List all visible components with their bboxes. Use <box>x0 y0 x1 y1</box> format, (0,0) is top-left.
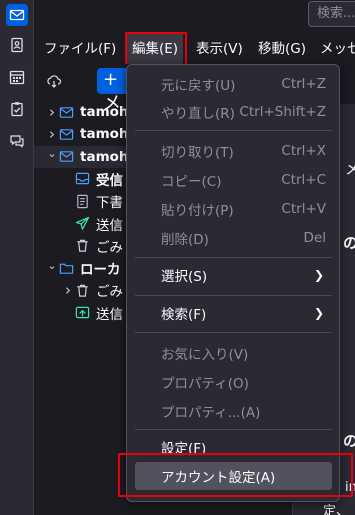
sent-icon <box>74 216 90 232</box>
folder-label: 下書 <box>96 195 123 212</box>
folder-label: ローカ <box>80 262 121 279</box>
address-book-space-button[interactable] <box>6 34 28 56</box>
content-text-fragment: メ <box>345 160 355 178</box>
chat-space-button[interactable] <box>6 130 28 152</box>
folder-row[interactable]: › tamoh <box>34 123 134 145</box>
folder-pane: + メ › tamoh › tamoh ⌄ tamoh 受信 下書 送信 ごみ ⌄ ローカ › ごみ 送信 <box>34 64 134 515</box>
edit-dropdown-menu: 元に戻す(U) Ctrl+Z やり直し(R) Ctrl+Shift+Z 切り取り(T… <box>126 64 340 502</box>
menu-item-properties-more[interactable]: プロパティ...(A) <box>135 397 332 425</box>
menu-view[interactable]: 表示(V) <box>196 34 243 64</box>
mail-account-icon <box>58 126 74 142</box>
chevron-right-icon[interactable]: › <box>46 103 58 121</box>
content-text-fragment: 定、 <box>323 504 350 515</box>
menu-file[interactable]: ファイル(F) <box>44 34 116 64</box>
title-bar <box>34 0 355 34</box>
outbox-icon <box>74 305 90 321</box>
folder-label: tamoh <box>80 126 129 143</box>
address-book-icon <box>11 37 23 53</box>
mail-account-icon <box>58 149 74 165</box>
trash-icon <box>74 238 90 254</box>
chevron-right-icon[interactable]: › <box>46 125 58 143</box>
local-folder-icon <box>58 260 74 276</box>
chevron-down-icon[interactable]: ⌄ <box>46 259 58 272</box>
folder-pane-header: + メ <box>34 64 134 114</box>
menu-item-redo[interactable]: やり直し(R) Ctrl+Shift+Z <box>135 98 332 126</box>
tasks-space-button[interactable] <box>6 98 28 120</box>
trash-icon <box>74 282 90 298</box>
mail-space-button[interactable] <box>6 4 28 26</box>
menu-separator <box>135 257 332 258</box>
folder-row[interactable]: 送信 <box>34 213 134 235</box>
menu-item-select[interactable]: 選択(S) ❯ <box>135 261 332 289</box>
folder-row[interactable]: ⌄ ローカ <box>34 257 134 279</box>
search-input[interactable]: 検索... <box>308 1 355 27</box>
content-heading-fragment: の <box>343 234 355 252</box>
inbox-icon <box>74 171 90 187</box>
calendar-icon <box>9 70 25 85</box>
menu-item-account-settings[interactable]: アカウント設定(A) <box>135 462 332 490</box>
folder-label: ごみ <box>96 239 123 256</box>
menu-item-undo[interactable]: 元に戻す(U) Ctrl+Z <box>135 70 332 98</box>
menu-bar: ファイル(F) 編集(E) 表示(V) 移動(G) メッセ <box>34 34 355 64</box>
chevron-right-icon[interactable]: › <box>62 281 74 299</box>
folder-row[interactable]: › ごみ <box>34 279 134 301</box>
chat-icon <box>10 135 24 148</box>
chevron-down-icon[interactable]: ⌄ <box>46 147 58 160</box>
menu-item-paste[interactable]: 貼り付け(P) Ctrl+V <box>135 195 332 223</box>
content-heading-fragment: の <box>343 432 355 450</box>
menu-separator <box>135 130 332 131</box>
folder-row[interactable]: 下書 <box>34 190 134 212</box>
folder-label: tamoh <box>80 104 129 120</box>
folder-label: 受信 <box>96 172 123 189</box>
menu-separator <box>135 429 332 430</box>
menu-separator <box>135 332 332 333</box>
mail-account-icon <box>58 104 74 120</box>
menu-item-properties[interactable]: プロパティ(O) <box>135 368 332 396</box>
tasks-icon <box>11 102 23 117</box>
menu-go[interactable]: 移動(G) <box>258 34 306 64</box>
folder-row[interactable]: 送信 <box>34 302 134 324</box>
chevron-right-icon: ❯ <box>313 306 324 320</box>
calendar-space-button[interactable] <box>6 66 28 88</box>
menu-item-cut[interactable]: 切り取り(T) Ctrl+X <box>135 137 332 165</box>
menu-item-find[interactable]: 検索(F) ❯ <box>135 299 332 327</box>
folder-label: 送信 <box>96 217 123 234</box>
mail-icon <box>9 9 25 21</box>
folder-row[interactable]: › tamoh <box>34 101 134 123</box>
get-messages-icon[interactable] <box>46 74 62 90</box>
folder-label: 送信 <box>96 306 123 323</box>
menu-item-delete[interactable]: 削除(D) Del <box>135 224 332 252</box>
folder-row[interactable]: 受信 <box>34 168 134 190</box>
menu-item-settings[interactable]: 設定(F) <box>135 433 332 461</box>
content-text-fragment: in <box>345 480 355 495</box>
drafts-icon <box>74 193 90 209</box>
menu-item-copy[interactable]: コピー(C) Ctrl+C <box>135 166 332 194</box>
spaces-toolbar <box>0 0 34 515</box>
menu-edit[interactable]: 編集(E) <box>127 34 184 64</box>
menu-message[interactable]: メッセ <box>320 34 355 64</box>
folder-label: ごみ <box>96 284 123 301</box>
folder-label: tamoh <box>80 148 129 165</box>
menu-item-favorite[interactable]: お気に入り(V) <box>135 339 332 367</box>
folder-row[interactable]: ごみ <box>34 235 134 257</box>
folder-row[interactable]: ⌄ tamoh <box>34 145 134 168</box>
chevron-right-icon: ❯ <box>313 268 324 282</box>
menu-separator <box>135 295 332 296</box>
